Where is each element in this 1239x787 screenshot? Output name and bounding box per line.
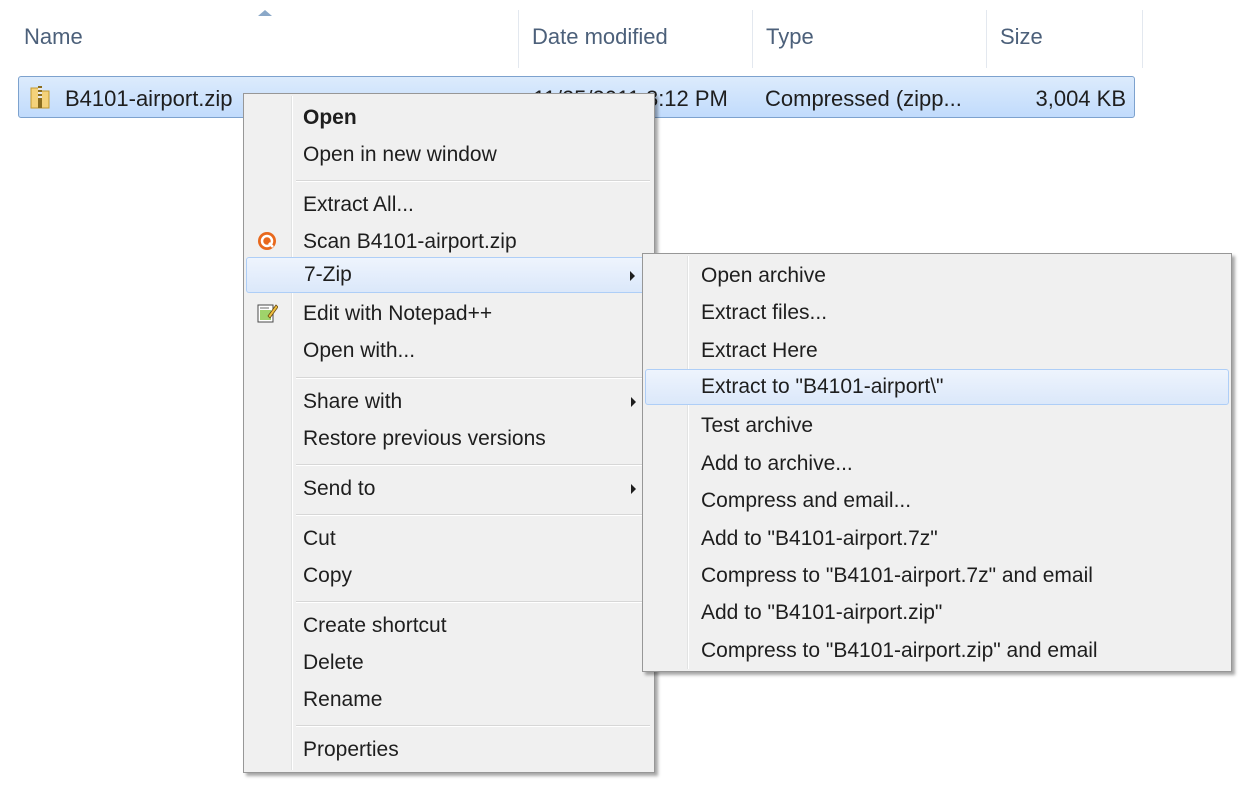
column-header: Name Date modified Type Size (0, 0, 1239, 76)
column-date-modified[interactable]: Date modified (532, 24, 668, 50)
submenu-item-open-archive[interactable]: Open archive (645, 258, 1229, 294)
menu-item-extract-all[interactable]: Extract All... (246, 187, 652, 223)
submenu-item-compress-7z-email[interactable]: Compress to "B4101-airport.7z" and email (645, 558, 1229, 594)
menu-item-label: Edit with Notepad++ (303, 302, 493, 325)
menu-item-label: Share with (303, 390, 403, 413)
submenu-item-add-to-archive[interactable]: Add to archive... (645, 446, 1229, 482)
file-size: 3,004 KB (1035, 86, 1126, 111)
menu-item-open-with[interactable]: Open with... (246, 333, 652, 369)
menu-item-restore-previous[interactable]: Restore previous versions (246, 421, 652, 457)
submenu-arrow-icon (631, 397, 636, 407)
menu-item-label: Extract Here (701, 339, 818, 362)
menu-item-label: Add to archive... (701, 452, 853, 475)
submenu-arrow-icon (631, 484, 636, 494)
submenu-item-extract-here[interactable]: Extract Here (645, 333, 1229, 369)
notepad-plus-plus-icon (257, 304, 278, 323)
menu-item-label: Cut (303, 527, 336, 550)
menu-item-label: Compress to "B4101-airport.zip" and emai… (701, 639, 1098, 662)
menu-item-label: Restore previous versions (303, 427, 546, 450)
menu-item-7zip[interactable]: 7-Zip (246, 257, 652, 293)
seven-zip-submenu: Open archive Extract files... Extract He… (642, 253, 1232, 672)
column-type[interactable]: Type (766, 24, 814, 50)
submenu-item-add-zip[interactable]: Add to "B4101-airport.zip" (645, 595, 1229, 631)
menu-item-label: Add to "B4101-airport.zip" (701, 601, 943, 624)
submenu-arrow-icon (630, 271, 635, 281)
submenu-item-compress-zip-email[interactable]: Compress to "B4101-airport.zip" and emai… (645, 633, 1229, 669)
menu-item-label: Open archive (701, 264, 826, 287)
menu-item-label: Compress to "B4101-airport.7z" and email (701, 564, 1093, 587)
context-menu: Open Open in new window Extract All... S… (243, 93, 655, 773)
menu-item-open[interactable]: Open (246, 100, 652, 136)
menu-item-scan[interactable]: Scan B4101-airport.zip (246, 224, 652, 260)
menu-item-copy[interactable]: Copy (246, 558, 652, 594)
menu-separator (296, 601, 650, 603)
menu-item-label: Delete (303, 651, 364, 674)
menu-item-label: Test archive (701, 414, 814, 437)
menu-item-label: Extract All... (303, 193, 414, 216)
menu-item-create-shortcut[interactable]: Create shortcut (246, 608, 652, 644)
column-divider[interactable] (986, 10, 987, 68)
menu-separator (296, 377, 650, 379)
menu-item-share-with[interactable]: Share with (246, 384, 652, 420)
submenu-item-extract-files[interactable]: Extract files... (645, 295, 1229, 331)
column-name[interactable]: Name (24, 24, 83, 50)
zip-folder-icon (30, 86, 50, 109)
menu-item-label: Open in new window (303, 143, 497, 166)
menu-item-label: Rename (303, 688, 383, 711)
antivirus-scan-icon (258, 232, 276, 250)
menu-item-properties[interactable]: Properties (246, 732, 652, 768)
menu-item-label: Copy (303, 564, 353, 587)
file-type: Compressed (zipp... (765, 86, 962, 111)
menu-item-label: Send to (303, 477, 376, 500)
submenu-item-add-7z[interactable]: Add to "B4101-airport.7z" (645, 521, 1229, 557)
menu-item-edit-notepad[interactable]: Edit with Notepad++ (246, 296, 652, 332)
column-divider[interactable] (1142, 10, 1143, 68)
menu-item-label: Open (303, 106, 357, 129)
column-divider[interactable] (752, 10, 753, 68)
menu-item-delete[interactable]: Delete (246, 645, 652, 681)
submenu-item-test-archive[interactable]: Test archive (645, 408, 1229, 444)
menu-separator (296, 514, 650, 516)
menu-item-send-to[interactable]: Send to (246, 471, 652, 507)
menu-item-label: Open with... (303, 339, 416, 362)
sort-ascending-icon (258, 10, 272, 16)
menu-separator (296, 725, 650, 727)
column-size[interactable]: Size (1000, 24, 1043, 50)
submenu-item-compress-email[interactable]: Compress and email... (645, 483, 1229, 519)
column-divider[interactable] (518, 10, 519, 68)
menu-separator (296, 464, 650, 466)
menu-separator (296, 180, 650, 182)
menu-item-label: Scan B4101-airport.zip (303, 230, 517, 253)
menu-item-label: Properties (303, 738, 399, 761)
menu-item-label: Add to "B4101-airport.7z" (701, 527, 938, 550)
menu-item-label: Extract files... (701, 301, 828, 324)
menu-item-label: 7-Zip (304, 263, 352, 286)
menu-item-label: Extract to "B4101-airport\" (701, 375, 944, 398)
menu-item-label: Compress and email... (701, 489, 912, 512)
menu-item-label: Create shortcut (303, 614, 447, 637)
submenu-item-extract-to[interactable]: Extract to "B4101-airport\" (645, 369, 1229, 405)
menu-item-rename[interactable]: Rename (246, 682, 652, 718)
file-name: B4101-airport.zip (65, 86, 233, 111)
menu-item-cut[interactable]: Cut (246, 521, 652, 557)
menu-item-open-new-window[interactable]: Open in new window (246, 137, 652, 173)
